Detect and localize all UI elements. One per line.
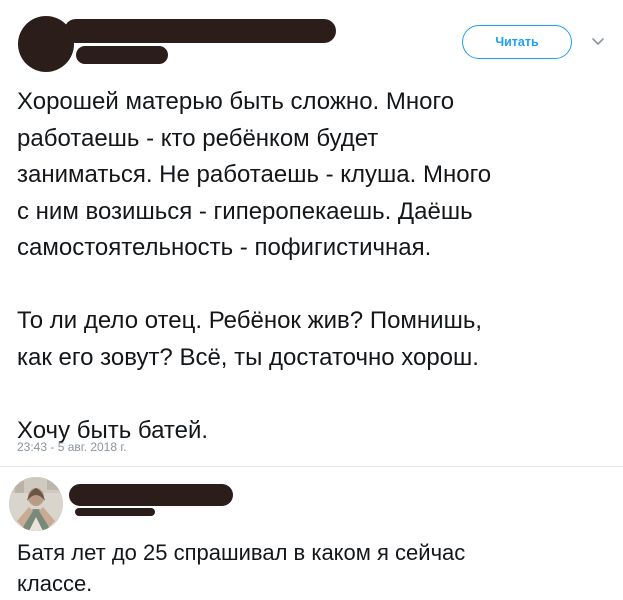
reply-avatar[interactable] (9, 477, 63, 531)
reply-author-name-redacted[interactable] (69, 484, 233, 506)
chevron-down-icon[interactable] (591, 37, 605, 47)
tweet-text: Хорошей матерью быть сложно. Много работ… (17, 88, 492, 444)
divider (0, 466, 623, 467)
follow-button-label: Читать (495, 35, 539, 49)
reply-text: Батя лет до 25 спрашивал в каком я сейча… (17, 540, 466, 596)
follow-button[interactable]: Читать (462, 25, 572, 59)
author-name-redacted[interactable] (64, 19, 336, 43)
author-handle-redacted[interactable] (76, 46, 168, 64)
reply-avatar-image (9, 477, 63, 531)
reply-author-handle-redacted[interactable] (75, 508, 155, 516)
tweet-timestamp[interactable]: 23:43 - 5 авг. 2018 г. (17, 440, 127, 454)
